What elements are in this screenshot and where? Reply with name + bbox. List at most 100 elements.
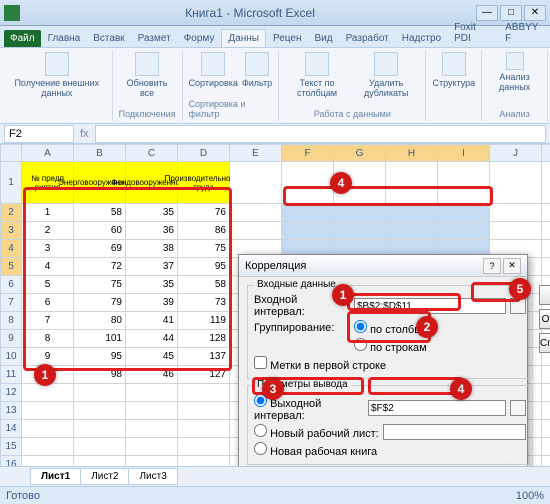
name-box[interactable]: F2 bbox=[4, 125, 74, 143]
cell[interactable] bbox=[178, 384, 230, 402]
cell[interactable] bbox=[542, 204, 550, 222]
new-worksheet-field[interactable] bbox=[383, 424, 526, 440]
cell[interactable] bbox=[22, 402, 74, 420]
row-header[interactable]: 2 bbox=[0, 204, 22, 222]
formula-input[interactable] bbox=[95, 125, 546, 143]
cell[interactable]: 128 bbox=[178, 330, 230, 348]
cell[interactable]: 36 bbox=[126, 222, 178, 240]
cell[interactable] bbox=[126, 420, 178, 438]
cell[interactable]: 8 bbox=[22, 330, 74, 348]
by-rows-radio[interactable]: по строкам bbox=[354, 338, 427, 354]
cell[interactable] bbox=[126, 384, 178, 402]
cell[interactable] bbox=[178, 420, 230, 438]
external-data-button[interactable]: Получение внешних данных bbox=[8, 52, 106, 98]
cell[interactable]: 2 bbox=[22, 222, 74, 240]
col-header[interactable]: D bbox=[178, 144, 230, 162]
cell[interactable] bbox=[74, 420, 126, 438]
row-header[interactable]: 1 bbox=[0, 162, 22, 204]
cell[interactable] bbox=[178, 438, 230, 456]
cell[interactable]: 79 bbox=[74, 294, 126, 312]
cell[interactable] bbox=[542, 162, 550, 204]
cell[interactable]: 69 bbox=[74, 240, 126, 258]
text-to-columns-button[interactable]: Текст по столбцам bbox=[285, 52, 349, 98]
cell[interactable] bbox=[282, 162, 334, 204]
row-header[interactable]: 11 bbox=[0, 366, 22, 384]
cell[interactable] bbox=[542, 258, 550, 276]
tab-file[interactable]: Файл bbox=[4, 30, 41, 47]
cell[interactable] bbox=[334, 204, 386, 222]
cell[interactable]: 60 bbox=[74, 222, 126, 240]
cell[interactable] bbox=[230, 204, 282, 222]
sheet-tab[interactable]: Лист2 bbox=[80, 468, 129, 485]
cell[interactable] bbox=[386, 162, 438, 204]
input-range-field[interactable] bbox=[354, 298, 506, 314]
filter-button[interactable]: Фильтр bbox=[242, 52, 272, 88]
cell[interactable] bbox=[74, 402, 126, 420]
row-header[interactable]: 8 bbox=[0, 312, 22, 330]
new-workbook-radio[interactable]: Новая рабочая книга bbox=[254, 442, 377, 458]
sort-button[interactable]: Сортировка bbox=[189, 52, 238, 88]
row-header[interactable]: 15 bbox=[0, 438, 22, 456]
tab-addins[interactable]: Надстро bbox=[396, 30, 447, 47]
cell[interactable] bbox=[334, 222, 386, 240]
cell[interactable]: 86 bbox=[178, 222, 230, 240]
cell[interactable]: Производительность труда bbox=[178, 162, 230, 204]
cell[interactable]: 37 bbox=[126, 258, 178, 276]
row-header[interactable]: 3 bbox=[0, 222, 22, 240]
tab-data[interactable]: Данны bbox=[221, 29, 266, 47]
dialog-help-icon[interactable]: ? bbox=[483, 258, 501, 274]
tab-layout[interactable]: Размет bbox=[132, 30, 177, 47]
cell[interactable]: 6 bbox=[22, 294, 74, 312]
cell[interactable]: 35 bbox=[126, 204, 178, 222]
range-picker-icon[interactable] bbox=[510, 298, 526, 314]
fx-icon[interactable]: fx bbox=[74, 128, 95, 140]
help-button[interactable]: Справка bbox=[539, 333, 550, 353]
cell[interactable]: 35 bbox=[126, 276, 178, 294]
cell[interactable]: 1 bbox=[22, 204, 74, 222]
cell[interactable] bbox=[126, 402, 178, 420]
cell[interactable]: 72 bbox=[74, 258, 126, 276]
cell[interactable] bbox=[490, 204, 542, 222]
col-header[interactable]: H bbox=[386, 144, 438, 162]
col-header[interactable]: F bbox=[282, 144, 334, 162]
cell[interactable]: 45 bbox=[126, 348, 178, 366]
cell[interactable]: 5 bbox=[22, 276, 74, 294]
cell[interactable]: 46 bbox=[126, 366, 178, 384]
cell[interactable]: 98 bbox=[74, 366, 126, 384]
col-header[interactable]: B bbox=[74, 144, 126, 162]
cell[interactable] bbox=[22, 438, 74, 456]
row-header[interactable]: 10 bbox=[0, 348, 22, 366]
cell[interactable]: 75 bbox=[74, 276, 126, 294]
tab-developer[interactable]: Разработ bbox=[340, 30, 395, 47]
cell[interactable] bbox=[74, 438, 126, 456]
cell[interactable] bbox=[22, 420, 74, 438]
dialog-title-bar[interactable]: Корреляция ? ✕ bbox=[239, 255, 527, 277]
cell[interactable] bbox=[126, 438, 178, 456]
cell[interactable] bbox=[74, 384, 126, 402]
cell[interactable]: 95 bbox=[178, 258, 230, 276]
col-header[interactable]: C bbox=[126, 144, 178, 162]
tab-formulas[interactable]: Форму bbox=[178, 30, 221, 47]
new-worksheet-radio[interactable]: Новый рабочий лист: bbox=[254, 424, 379, 440]
tab-review[interactable]: Рецен bbox=[267, 30, 308, 47]
cell[interactable] bbox=[230, 222, 282, 240]
tab-foxit[interactable]: Foxit PDI bbox=[448, 19, 498, 47]
structure-button[interactable]: Структура bbox=[432, 52, 475, 88]
cell[interactable]: 76 bbox=[178, 204, 230, 222]
cell[interactable]: 73 bbox=[178, 294, 230, 312]
sheet-tab[interactable]: Лист1 bbox=[30, 468, 81, 485]
cell[interactable] bbox=[386, 222, 438, 240]
tab-abbyy[interactable]: ABBYY F bbox=[499, 19, 550, 47]
row-header[interactable]: 4 bbox=[0, 240, 22, 258]
cell[interactable]: 41 bbox=[126, 312, 178, 330]
cell[interactable] bbox=[542, 222, 550, 240]
row-header[interactable]: 6 bbox=[0, 276, 22, 294]
cell[interactable]: 44 bbox=[126, 330, 178, 348]
cell[interactable]: 38 bbox=[126, 240, 178, 258]
row-header[interactable]: 12 bbox=[0, 384, 22, 402]
row-header[interactable]: 13 bbox=[0, 402, 22, 420]
cell[interactable]: 7 bbox=[22, 312, 74, 330]
cell[interactable] bbox=[230, 162, 282, 204]
cell[interactable]: 101 bbox=[74, 330, 126, 348]
select-all-corner[interactable] bbox=[0, 144, 22, 162]
